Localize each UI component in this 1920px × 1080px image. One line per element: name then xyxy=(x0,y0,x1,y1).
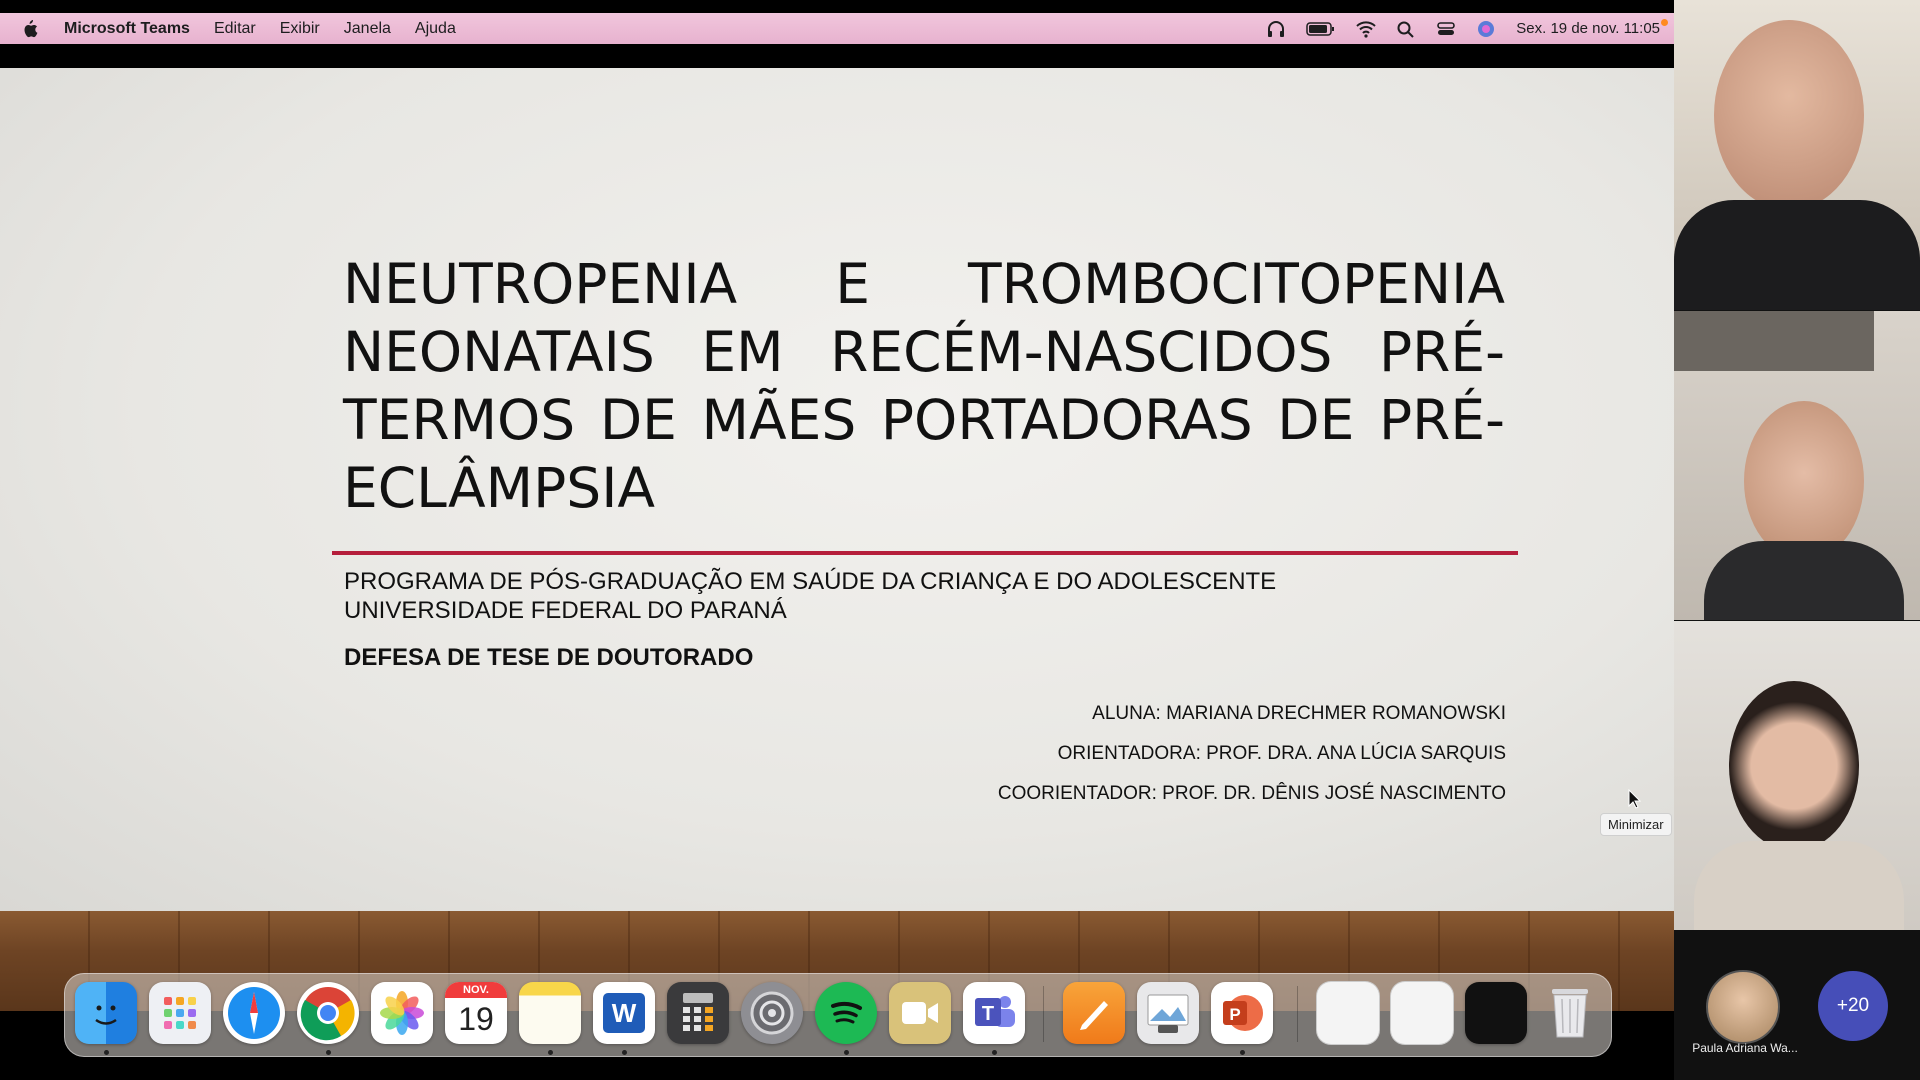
preview-icon[interactable] xyxy=(1137,982,1199,1044)
running-indicator xyxy=(844,1050,849,1055)
slide-defense-heading: DEFESA DE TESE DE DOUTORADO xyxy=(344,644,754,671)
participant-body xyxy=(1694,841,1904,930)
pages-icon[interactable] xyxy=(1063,982,1125,1044)
calendar-month: NOV. xyxy=(445,982,507,998)
facetime-icon[interactable] xyxy=(889,982,951,1044)
launchpad-icon[interactable] xyxy=(149,982,211,1044)
recording-indicator-icon xyxy=(1661,19,1668,26)
menu-window[interactable]: Janela xyxy=(344,20,391,38)
participant-face xyxy=(1714,20,1864,210)
menu-help[interactable]: Ajuda xyxy=(415,20,456,38)
program-line: PROGRAMA DE PÓS-GRADUAÇÃO EM SAÚDE DA CR… xyxy=(344,568,1277,595)
control-center-icon[interactable] xyxy=(1436,20,1456,38)
spotify-icon[interactable] xyxy=(815,982,877,1044)
slide-title-line: TERMOS DE MÃES PORTADORAS DE PRÉ- xyxy=(343,388,1505,452)
participant-video[interactable] xyxy=(1674,621,1920,930)
photos-icon[interactable] xyxy=(371,982,433,1044)
slide-title-line: ECLÂMPSIA xyxy=(343,456,656,520)
wifi-icon[interactable] xyxy=(1356,20,1376,38)
menu-app-name[interactable]: Microsoft Teams xyxy=(64,20,190,38)
dock-separator xyxy=(1043,986,1044,1042)
participant-avatar-name: Paula Adriana Wa... xyxy=(1692,1041,1798,1055)
participant-avatar[interactable] xyxy=(1706,970,1780,1044)
participant-body xyxy=(1674,200,1920,310)
finder-icon[interactable] xyxy=(75,982,137,1044)
menubar-clock[interactable]: Sex. 19 de nov. 11:05 xyxy=(1516,20,1660,37)
slide-divider xyxy=(332,551,1518,555)
chrome-icon[interactable] xyxy=(297,982,359,1044)
slide-coadvisor: COORIENTADOR: PROF. DR. DÊNIS JOSÉ NASCI… xyxy=(997,783,1506,804)
apple-menu-icon[interactable] xyxy=(22,19,38,38)
participants-panel xyxy=(1674,0,1920,1080)
mouse-cursor-icon xyxy=(1628,788,1642,814)
calculator-icon[interactable] xyxy=(667,982,729,1044)
running-indicator xyxy=(104,1050,109,1055)
dock-separator xyxy=(1297,986,1298,1042)
running-indicator xyxy=(1240,1050,1245,1055)
menu-edit[interactable]: Editar xyxy=(214,20,256,38)
window-thumbnail-icon[interactable] xyxy=(1317,982,1379,1044)
slide-student: ALUNA: MARIANA DRECHMER ROMANOWSKI xyxy=(1092,703,1506,724)
running-indicator xyxy=(992,1050,997,1055)
dock: NOV. 19 W T P xyxy=(64,973,1612,1057)
calendar-day: 19 xyxy=(458,1001,494,1037)
svg-text:T: T xyxy=(982,1003,994,1025)
menubar-status-area: Sex. 19 de nov. 11:05 xyxy=(1266,13,1660,44)
running-indicator xyxy=(326,1050,331,1055)
minimize-tooltip: Minimizar xyxy=(1600,813,1672,836)
participant-body xyxy=(1704,541,1904,620)
siri-icon[interactable] xyxy=(1476,20,1496,38)
battery-icon[interactable] xyxy=(1306,20,1336,38)
slide-advisor: ORIENTADORA: PROF. DRA. ANA LÚCIA SARQUI… xyxy=(1057,743,1506,764)
headphones-icon[interactable] xyxy=(1266,20,1286,38)
participant-face xyxy=(1729,681,1859,851)
slide-title: NEUTROPENIA E TROMBOCITOPENIA NEONATAIS … xyxy=(343,250,1505,522)
notes-icon[interactable] xyxy=(519,982,581,1044)
running-indicator xyxy=(622,1050,627,1055)
participant-video[interactable] xyxy=(1674,311,1920,620)
menu-view[interactable]: Exibir xyxy=(280,20,320,38)
slide-title-line: NEONATAIS EM RECÉM-NASCIDOS PRÉ- xyxy=(343,320,1505,384)
participant-video[interactable] xyxy=(1674,0,1920,310)
running-indicator xyxy=(548,1050,553,1055)
teams-icon[interactable]: T xyxy=(963,982,1025,1044)
calendar-icon[interactable]: NOV. 19 xyxy=(445,982,507,1044)
participant-face xyxy=(1744,401,1864,561)
more-participants-button[interactable]: +20 xyxy=(1818,971,1888,1041)
slide-program: PROGRAMA DE PÓS-GRADUAÇÃO EM SAÚDE DA CR… xyxy=(344,567,1276,625)
svg-text:P: P xyxy=(1229,1005,1240,1024)
trash-icon[interactable] xyxy=(1539,982,1601,1044)
window-thumbnail-icon[interactable] xyxy=(1391,982,1453,1044)
safari-icon[interactable] xyxy=(223,982,285,1044)
background-frame xyxy=(1674,311,1874,371)
slide-title-line: NEUTROPENIA E TROMBOCITOPENIA xyxy=(343,252,1505,316)
word-icon[interactable]: W xyxy=(593,982,655,1044)
university-line: UNIVERSIDADE FEDERAL DO PARANÁ xyxy=(344,597,787,624)
powerpoint-icon[interactable]: P xyxy=(1211,982,1273,1044)
word-letter: W xyxy=(603,993,645,1033)
menubar: Microsoft Teams Editar Exibir Janela Aju… xyxy=(0,13,1674,44)
window-thumbnail-icon[interactable] xyxy=(1465,982,1527,1044)
search-icon[interactable] xyxy=(1396,20,1416,38)
system-preferences-icon[interactable] xyxy=(741,982,803,1044)
